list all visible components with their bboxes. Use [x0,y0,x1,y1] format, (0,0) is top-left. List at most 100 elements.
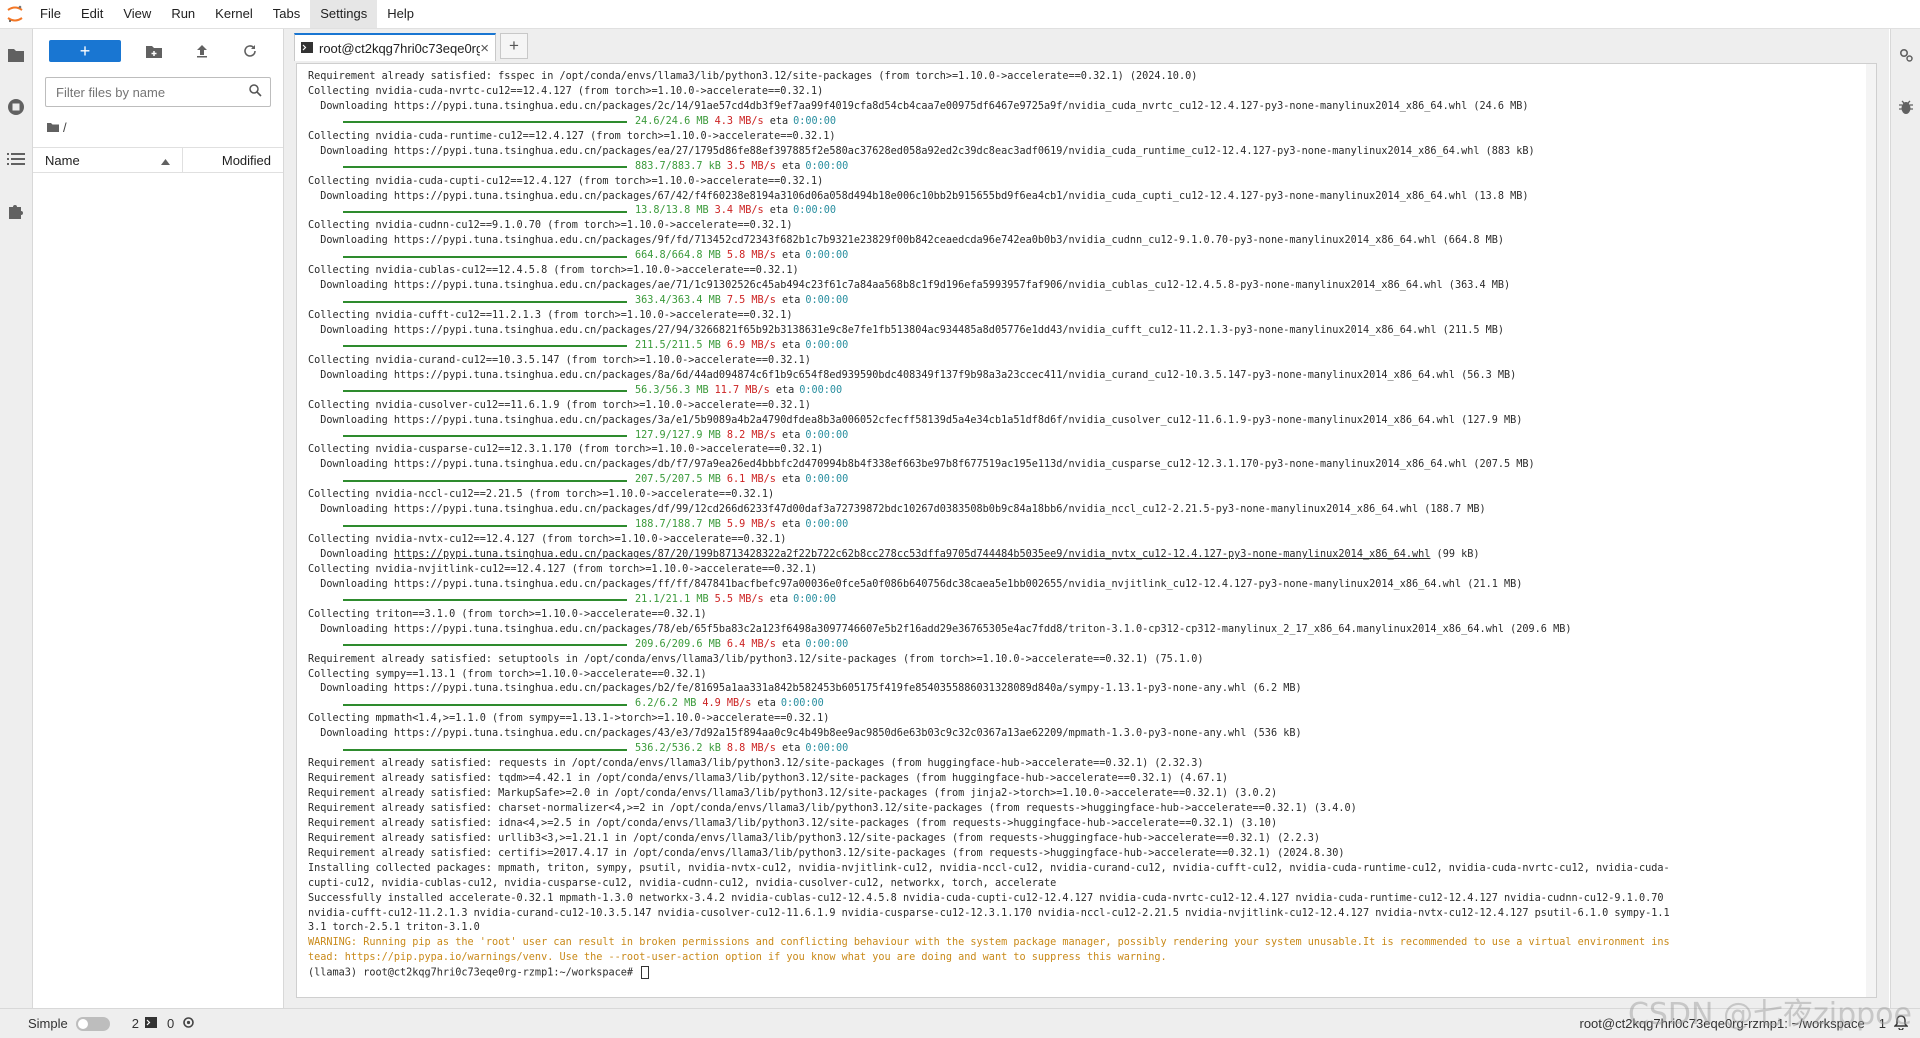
menu-bar: File Edit View Run Kernel Tabs Settings … [0,0,1920,29]
folder-icon[interactable] [0,29,32,81]
progress-line: 664.8/664.8 MB 5.8 MB/s eta 0:00:00 [308,249,1863,264]
progress-line: 883.7/883.7 kB 3.5 MB/s eta 0:00:00 [308,160,1863,175]
progress-line: 207.5/207.5 MB 6.1 MB/s eta 0:00:00 [308,473,1863,488]
terminal-cursor [641,966,650,980]
table-of-contents-icon[interactable] [0,133,32,185]
menu-run[interactable]: Run [161,0,205,28]
terminal-line: Collecting mpmath<1.4,>=1.1.0 (from symp… [308,713,830,725]
progress-line: 363.4/363.4 MB 7.5 MB/s eta 0:00:00 [308,294,1863,309]
progress-eta: 0:00:00 [799,384,843,396]
tab-bar: root@ct2kqg7hri0c73eqe0rg × + [284,29,1889,61]
progress-eta: 0:00:00 [805,519,849,531]
terminal-line: 3.1 torch-2.5.1 triton-3.1.0 [308,922,480,934]
progress-eta-label: eta [781,160,801,172]
progress-eta: 0:00:00 [805,160,849,172]
progress-eta-label: eta [775,384,795,396]
download-link[interactable]: https://pypi.tuna.tsinghua.edu.cn/packag… [394,549,1431,560]
jupyter-logo-icon [0,0,30,28]
terminal-count[interactable]: 2 [132,1016,139,1031]
progress-line: 209.6/209.6 MB 6.4 MB/s eta 0:00:00 [308,638,1863,653]
terminal-line: Downloading https://pypi.tuna.tsinghua.e… [308,504,1486,516]
progress-size: 127.9/127.9 MB [635,429,721,441]
new-folder-icon[interactable] [139,40,169,62]
extensions-icon[interactable] [0,185,32,237]
tab-terminal[interactable]: root@ct2kqg7hri0c73eqe0rg × [294,33,496,61]
column-name[interactable]: Name [33,148,183,172]
refresh-icon[interactable] [235,40,265,62]
add-tab-button[interactable]: + [500,33,528,59]
progress-size: 6.2/6.2 MB [635,698,697,710]
progress-eta-label: eta [781,429,801,441]
menu-help[interactable]: Help [377,0,424,28]
close-tab-icon[interactable]: × [480,40,489,57]
new-launcher-button[interactable]: + [49,40,121,62]
progress-eta: 0:00:00 [793,593,837,605]
column-modified[interactable]: Modified [183,153,283,168]
terminal-line: Downloading https://pypi.tuna.tsinghua.e… [308,145,1535,157]
terminal-prompt-line[interactable]: (llama3) root@ct2kqg7hri0c73eqe0rg-rzmp1… [308,966,1863,981]
progress-bar [343,166,627,169]
progress-speed: 3.4 MB/s [714,205,764,217]
progress-size: 56.3/56.3 MB [635,384,709,396]
terminal-line: Requirement already satisfied: requests … [308,758,1204,770]
menu-settings[interactable]: Settings [310,0,378,28]
terminal-line: Downloading https://pypi.tuna.tsinghua.e… [308,459,1535,471]
filter-files-input[interactable] [54,83,249,101]
terminal-line: Downloading https://pypi.tuna.tsinghua.e… [308,369,1517,381]
progress-line: 211.5/211.5 MB 6.9 MB/s eta 0:00:00 [308,339,1863,354]
filter-files-field[interactable] [45,77,271,107]
terminal-line: Downloading https://pypi.tuna.tsinghua.e… [308,548,1863,563]
menu-kernel[interactable]: Kernel [205,0,263,28]
terminal-output: Requirement already satisfied: fsspec in… [308,70,1863,981]
terminal-line: Downloading https://pypi.tuna.tsinghua.e… [308,324,1505,336]
terminal-line: Collecting nvidia-cublas-cu12==12.4.5.8 … [308,265,799,277]
terminal-line: Collecting nvidia-cusolver-cu12==11.6.1.… [308,399,811,411]
debugger-icon[interactable] [1891,81,1920,133]
terminal-line: Collecting nvidia-cuda-cupti-cu12==12.4.… [308,175,824,187]
simple-mode-label: Simple [28,1016,68,1031]
terminal-line: Downloading https://pypi.tuna.tsinghua.e… [308,578,1523,590]
progress-eta-label: eta [781,638,801,650]
progress-size: 24.6/24.6 MB [635,115,709,127]
terminal-line: Downloading https://pypi.tuna.tsinghua.e… [308,100,1529,112]
menu-view[interactable]: View [113,0,161,28]
terminal-scrollbar[interactable] [1866,64,1876,997]
progress-eta-label: eta [781,339,801,351]
terminal-line: Collecting nvidia-cuda-runtime-cu12==12.… [308,130,836,142]
breadcrumb-root[interactable]: / [63,120,67,135]
simple-mode-toggle[interactable] [75,1016,110,1031]
terminal-panel[interactable]: Requirement already satisfied: fsspec in… [296,63,1877,998]
progress-speed: 4.9 MB/s [702,698,752,710]
shell-prompt: (llama3) root@ct2kqg7hri0c73eqe0rg-rzmp1… [308,967,640,979]
terminal-line: Collecting nvidia-cuda-nvrtc-cu12==12.4.… [308,85,824,97]
progress-eta: 0:00:00 [805,250,849,262]
terminal-line: Downloading https://pypi.tuna.tsinghua.e… [308,623,1572,635]
running-sessions-icon[interactable] [0,81,32,133]
menu-edit[interactable]: Edit [71,0,113,28]
terminal-icon [301,41,313,56]
progress-line: 56.3/56.3 MB 11.7 MB/s eta 0:00:00 [308,384,1863,399]
upload-icon[interactable] [187,40,217,62]
kernel-gear-icon [182,1016,195,1032]
terminal-line: Collecting nvidia-nvjitlink-cu12==12.4.1… [308,563,818,575]
progress-eta-label: eta [781,250,801,262]
progress-speed: 8.2 MB/s [726,429,776,441]
file-browser-toolbar: + [33,29,283,73]
file-list-header: Name Modified [33,147,283,173]
kernel-count[interactable]: 0 [167,1016,174,1031]
progress-size: 536.2/536.2 kB [635,743,721,755]
progress-eta-label: eta [781,743,801,755]
menu-file[interactable]: File [30,0,71,28]
folder-icon[interactable] [47,120,59,135]
property-inspector-icon[interactable] [1891,29,1920,81]
progress-line: 188.7/188.7 MB 5.9 MB/s eta 0:00:00 [308,518,1863,533]
progress-bar [343,599,627,602]
terminal-line: Downloading https://pypi.tuna.tsinghua.e… [308,728,1302,740]
progress-bar [343,748,627,751]
menu-tabs[interactable]: Tabs [263,0,310,28]
terminal-line: Requirement already satisfied: MarkupSaf… [308,788,1278,799]
progress-line: 536.2/536.2 kB 8.8 MB/s eta 0:00:00 [308,742,1863,757]
tab-terminal-label: root@ct2kqg7hri0c73eqe0rg [319,40,481,56]
progress-speed: 7.5 MB/s [726,295,776,307]
progress-size: 211.5/211.5 MB [635,339,721,351]
